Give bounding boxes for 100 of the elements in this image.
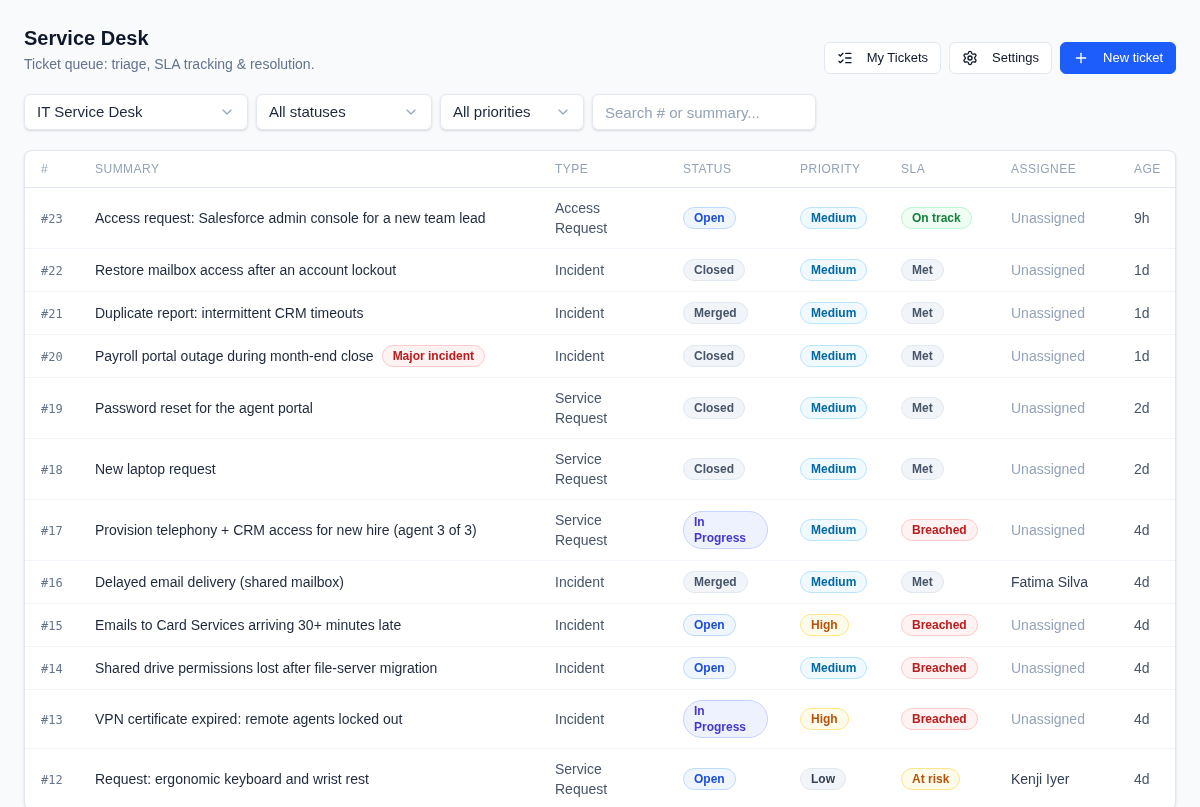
priority-badge: Medium [800, 207, 868, 229]
ticket-type: Service Request [555, 450, 608, 489]
priority-badge: Medium [800, 571, 868, 593]
ticket-age: 4d [1134, 617, 1150, 633]
ticket-number: #21 [41, 306, 63, 321]
priority-badge: Medium [800, 345, 868, 367]
assignee-name: Unassigned [1011, 461, 1085, 477]
priority-badge: Medium [800, 519, 868, 541]
ticket-summary: Password reset for the agent portal [95, 399, 313, 418]
sla-badge: Met [901, 345, 944, 367]
priority-badge: High [800, 614, 849, 636]
assignee-name: Unassigned [1011, 617, 1085, 633]
sla-badge: Breached [901, 708, 978, 730]
status-filter-select[interactable]: All statuses [256, 94, 432, 130]
ticket-age: 1d [1134, 262, 1150, 278]
status-badge: In Progress [683, 700, 768, 738]
ticket-number: #14 [41, 661, 63, 676]
list-checks-icon [836, 50, 853, 66]
assignee-name: Unassigned [1011, 400, 1085, 416]
ticket-type: Service Request [555, 389, 608, 428]
assignee-name: Unassigned [1011, 305, 1085, 321]
ticket-type: Incident [555, 304, 605, 323]
settings-icon [962, 50, 979, 66]
ticket-number: #23 [41, 211, 63, 226]
ticket-type: Access Request [555, 199, 608, 238]
ticket-age: 4d [1134, 660, 1150, 676]
priority-badge: Medium [800, 397, 868, 419]
sla-badge: Breached [901, 614, 978, 636]
settings-button[interactable]: Settings [949, 42, 1053, 74]
status-badge: Open [683, 657, 736, 679]
ticket-summary: Shared drive permissions lost after file-server migration [95, 659, 438, 678]
column-header: # [41, 162, 49, 176]
priority-badge: Medium [800, 458, 868, 480]
assignee-name: Unassigned [1011, 522, 1085, 538]
status-badge: Closed [683, 345, 745, 367]
column-header: STATUS [683, 162, 732, 176]
page-subtitle: Ticket queue: triage, SLA tracking & resolution. [24, 55, 315, 74]
ticket-summary: Provision telephony + CRM access for new hire (agent 3 of 3) [95, 521, 477, 540]
ticket-summary: Request: ergonomic keyboard and wrist rest [95, 770, 369, 789]
ticket-number: #16 [41, 575, 63, 590]
ticket-type: Service Request [555, 511, 608, 550]
ticket-type: Incident [555, 347, 605, 366]
new-ticket-button[interactable]: New ticket [1060, 42, 1176, 74]
ticket-type: Incident [555, 710, 605, 729]
ticket-age: 2d [1134, 400, 1150, 416]
ticket-summary: New laptop request [95, 460, 216, 479]
assignee-name: Unassigned [1011, 348, 1085, 364]
sla-badge: Met [901, 571, 944, 593]
ticket-age: 9h [1134, 210, 1150, 226]
ticket-type: Incident [555, 261, 605, 280]
column-header: TYPE [555, 162, 589, 176]
sla-badge: Met [901, 458, 944, 480]
ticket-number: #18 [41, 462, 63, 477]
queue-select[interactable]: IT Service Desk [24, 94, 248, 130]
priority-badge: Low [800, 768, 846, 790]
status-badge: Merged [683, 571, 748, 593]
my-tickets-button[interactable]: My Tickets [823, 42, 942, 74]
ticket-summary: Restore mailbox access after an account lockout [95, 261, 397, 280]
ticket-summary: Delayed email delivery (shared mailbox) [95, 573, 344, 592]
ticket-summary: Emails to Card Services arriving 30+ minutes late [95, 616, 402, 635]
assignee-name: Unassigned [1011, 210, 1085, 226]
ticket-type: Incident [555, 659, 605, 678]
priority-filter-select[interactable]: All priorities [440, 94, 584, 130]
assignee-name: Unassigned [1011, 711, 1085, 727]
ticket-number: #15 [41, 618, 63, 633]
status-badge: In Progress [683, 511, 768, 549]
assignee-name: Kenji Iyer [1011, 771, 1070, 787]
status-badge: Open [683, 768, 736, 790]
ticket-number: #20 [41, 349, 63, 364]
sla-badge: Met [901, 397, 944, 419]
ticket-type: Incident [555, 616, 605, 635]
column-header: PRIORITY [800, 162, 861, 176]
ticket-summary: Access request: Salesforce admin console for a new team lead [95, 209, 486, 228]
search-field[interactable]: Search # or summary... [592, 94, 816, 130]
ticket-type: Service Request [555, 760, 608, 799]
priority-badge: Medium [800, 657, 868, 679]
ticket-age: 2d [1134, 461, 1150, 477]
status-badge: Open [683, 207, 736, 229]
status-badge: Merged [683, 302, 748, 324]
column-header: AGE [1134, 162, 1161, 176]
ticket-summary: Duplicate report: intermittent CRM timeouts [95, 304, 364, 323]
ticket-summary: Payroll portal outage during month-end close [95, 347, 374, 366]
incident-tag: Major incident [381, 345, 485, 367]
priority-badge: Medium [800, 302, 868, 324]
ticket-number: #12 [41, 772, 63, 787]
assignee-name: Fatima Silva [1011, 574, 1089, 590]
assignee-name: Unassigned [1011, 660, 1085, 676]
ticket-summary: VPN certificate expired: remote agents locked out [95, 710, 403, 729]
ticket-age: 1d [1134, 305, 1150, 321]
ticket-number: #22 [41, 263, 63, 278]
ticket-age: 4d [1134, 522, 1150, 538]
sla-badge: Met [901, 302, 944, 324]
column-header: ASSIGNEE [1011, 162, 1077, 176]
status-badge: Closed [683, 397, 745, 419]
priority-badge: Medium [800, 259, 868, 281]
ticket-number: #19 [41, 401, 63, 416]
ticket-age: 4d [1134, 771, 1150, 787]
ticket-age: 4d [1134, 574, 1150, 590]
status-badge: Open [683, 614, 736, 636]
page-title: Service Desk [24, 26, 150, 51]
